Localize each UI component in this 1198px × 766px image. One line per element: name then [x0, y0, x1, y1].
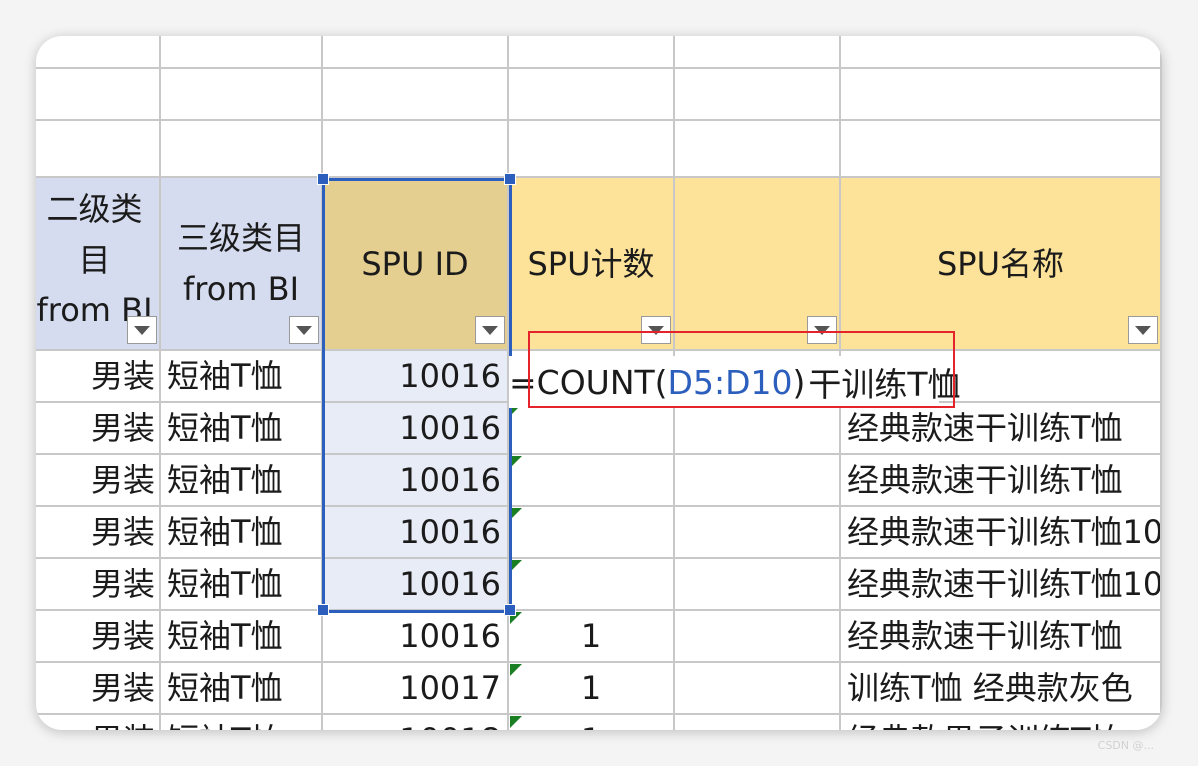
cell-spu-name[interactable]: 经典款速干训练T恤 [841, 403, 1162, 455]
cell-level2-category[interactable]: 男装 [36, 351, 161, 403]
header-label: SPU计数 [527, 244, 655, 283]
empty-cell[interactable] [161, 121, 323, 178]
cell-spu-name[interactable]: 经典款男子训练T恤 [841, 715, 1162, 730]
empty-cell[interactable] [161, 36, 323, 69]
cell-level3-category[interactable]: 短袖T恤 [161, 611, 323, 663]
cell-level3-category[interactable]: 短袖T恤 [161, 403, 323, 455]
cell-spu-id[interactable]: 10016 [323, 507, 509, 559]
filter-dropdown-button[interactable] [127, 316, 157, 344]
cell-spu-count[interactable] [509, 455, 675, 507]
cell-level3-category[interactable]: 短袖T恤 [161, 507, 323, 559]
cell-level2-category[interactable]: 男装 [36, 403, 161, 455]
empty-cell[interactable] [841, 36, 1162, 69]
cell-spu-count[interactable]: 1 [509, 715, 675, 730]
empty-cell[interactable] [36, 121, 161, 178]
cell-level2-category[interactable]: 男装 [36, 715, 161, 730]
empty-cell[interactable] [509, 69, 675, 121]
chevron-down-icon [296, 325, 312, 335]
cell-spu-count[interactable] [509, 403, 675, 455]
header-spu-name: SPU名称 [841, 178, 1162, 351]
header-label: 三级类目 from BI [177, 213, 305, 314]
header-label: SPU ID [361, 244, 469, 283]
empty-cell[interactable] [323, 36, 509, 69]
cell-level3-category[interactable]: 短袖T恤 [161, 351, 323, 403]
cell-blank[interactable] [675, 455, 841, 507]
cell-spu-count[interactable]: 1 [509, 611, 675, 663]
cell-level2-category[interactable]: 男装 [36, 559, 161, 611]
filter-dropdown-button[interactable] [1128, 316, 1158, 344]
cell-level3-category[interactable]: 短袖T恤 [161, 715, 323, 730]
cell-blank[interactable] [675, 663, 841, 715]
chevron-down-icon [482, 325, 498, 335]
cell-spu-name[interactable]: 经典款速干训练T恤 [841, 611, 1162, 663]
cell-level2-category[interactable]: 男装 [36, 611, 161, 663]
header-label-line: 二级类 [46, 190, 143, 228]
watermark-text: CSDN @... [1097, 739, 1154, 752]
empty-cell[interactable] [675, 36, 841, 69]
empty-cell[interactable] [161, 69, 323, 121]
cell-spu-id[interactable]: 10017 [323, 663, 509, 715]
cell-blank[interactable] [675, 403, 841, 455]
empty-cell[interactable] [841, 121, 1162, 178]
cell-spu-name[interactable]: 经典款速干训练T恤10 [841, 559, 1162, 611]
cell-level3-category[interactable]: 短袖T恤 [161, 663, 323, 715]
error-indicator-icon [510, 508, 522, 520]
cell-level3-category[interactable]: 短袖T恤 [161, 559, 323, 611]
selection-handle[interactable] [317, 173, 329, 185]
cell-blank[interactable] [675, 559, 841, 611]
cell-blank[interactable] [675, 715, 841, 730]
header-label-line: 三级类目 [176, 218, 305, 257]
error-indicator-icon [510, 716, 522, 728]
empty-cell[interactable] [323, 69, 509, 121]
cell-spu-id[interactable]: 10016 [323, 559, 509, 611]
cell-level2-category[interactable]: 男装 [36, 663, 161, 715]
chevron-down-icon [134, 325, 150, 335]
cell-spu-name[interactable]: 经典款速干训练T恤10 [841, 507, 1162, 559]
chevron-down-icon [1135, 325, 1151, 335]
cell-spu-count[interactable] [509, 507, 675, 559]
filter-dropdown-button[interactable] [475, 316, 505, 344]
header-label-line: from BI [182, 269, 299, 308]
cell-level3-category[interactable]: 短袖T恤 [161, 455, 323, 507]
header-label-line: 目 [78, 240, 111, 279]
error-indicator-icon [510, 456, 522, 468]
cell-blank[interactable] [675, 507, 841, 559]
highlight-annotation-box [528, 331, 955, 408]
empty-cell[interactable] [675, 121, 841, 178]
cell-spu-name[interactable]: 经典款速干训练T恤 [841, 455, 1162, 507]
empty-cell[interactable] [509, 36, 675, 69]
empty-cell[interactable] [509, 121, 675, 178]
cell-spu-id[interactable]: 10016 [323, 351, 509, 403]
header-label: SPU名称 [936, 244, 1065, 283]
empty-cell[interactable] [323, 121, 509, 178]
empty-cell[interactable] [675, 69, 841, 121]
cell-spu-count[interactable]: 1 [509, 663, 675, 715]
cell-spu-id[interactable]: 10018 [323, 715, 509, 730]
selection-handle[interactable] [317, 604, 329, 616]
cell-level2-category[interactable]: 男装 [36, 455, 161, 507]
cell-spu-id[interactable]: 10016 [323, 611, 509, 663]
selection-handle[interactable] [504, 604, 516, 616]
error-indicator-icon [510, 664, 522, 676]
header-label: 二级类目 from BI [36, 184, 157, 336]
cell-spu-count[interactable] [509, 559, 675, 611]
cell-spu-name[interactable]: 训练T恤 经典款灰色 [841, 663, 1162, 715]
cell-spu-id[interactable]: 10016 [323, 455, 509, 507]
error-indicator-icon [510, 560, 522, 572]
selection-handle[interactable] [504, 173, 516, 185]
cell-level2-category[interactable]: 男装 [36, 507, 161, 559]
empty-cell[interactable] [36, 36, 161, 69]
filter-dropdown-button[interactable] [289, 316, 319, 344]
spreadsheet-window: 二级类目 from BI 三级类目 from BI SPU ID SPU计数 SPU名称男装… [36, 36, 1162, 730]
empty-cell[interactable] [841, 69, 1162, 121]
cell-blank[interactable] [675, 611, 841, 663]
cell-spu-id[interactable]: 10016 [323, 403, 509, 455]
empty-cell[interactable] [36, 69, 161, 121]
